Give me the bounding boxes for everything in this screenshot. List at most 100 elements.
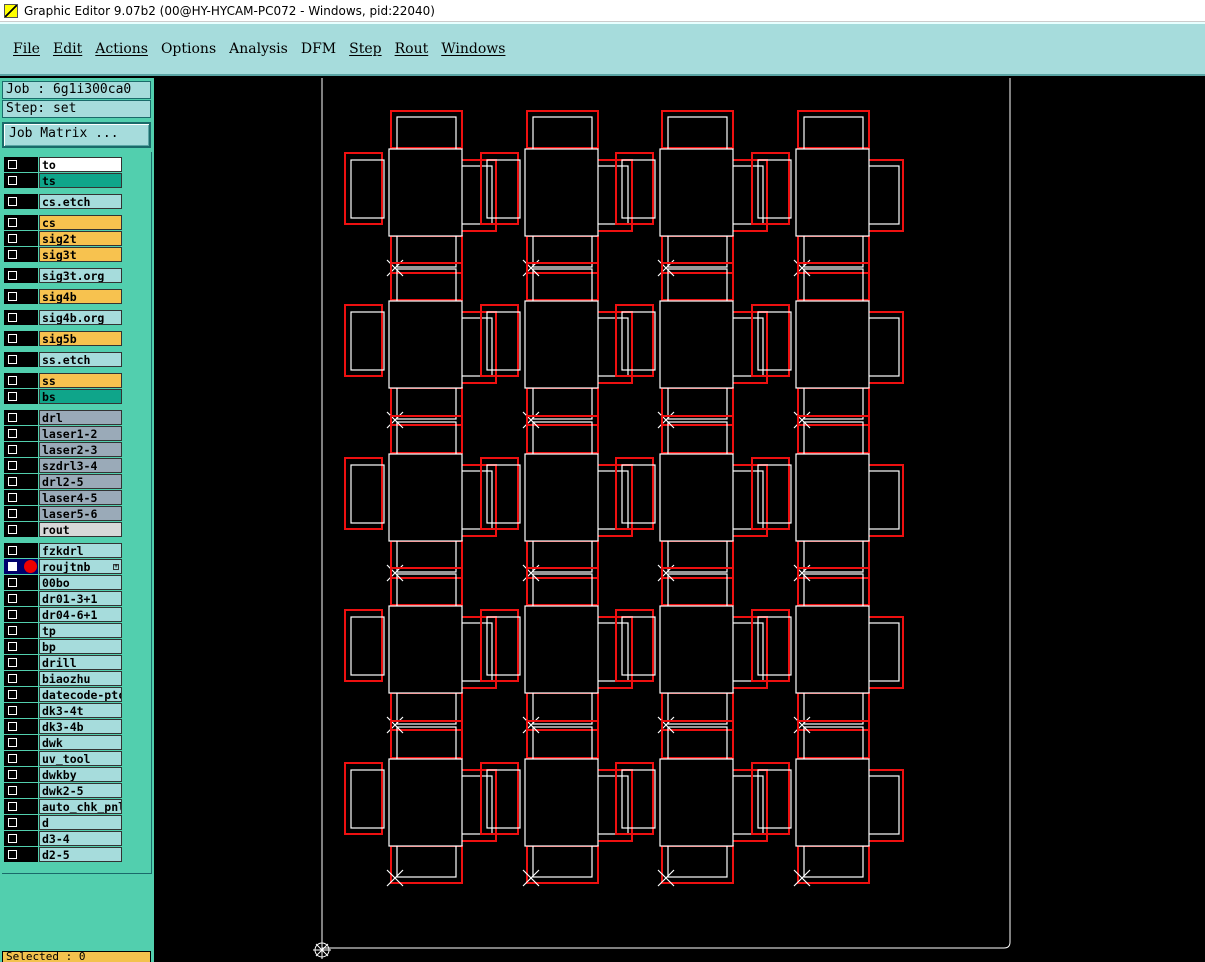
layer-name[interactable]: dwkby — [39, 767, 122, 782]
layer-row[interactable]: dr04-6+1 — [4, 607, 122, 622]
layer-checkbox-area[interactable] — [4, 783, 38, 798]
layer-checkbox-area[interactable] — [4, 352, 38, 367]
board-drawing[interactable] — [154, 78, 1205, 962]
layer-name[interactable]: sig4b — [39, 289, 122, 304]
layer-checkbox-area[interactable] — [4, 506, 38, 521]
layer-row[interactable]: tp — [4, 623, 122, 638]
layer-name[interactable]: laser1-2 — [39, 426, 122, 441]
layer-checkbox-area[interactable] — [4, 559, 38, 574]
layer-row[interactable]: sig4b — [4, 289, 122, 304]
layer-name[interactable]: drl — [39, 410, 122, 425]
layer-checkbox[interactable] — [8, 706, 17, 715]
layer-checkbox[interactable] — [8, 642, 17, 651]
layer-checkbox-area[interactable] — [4, 799, 38, 814]
layer-row[interactable]: laser5-6 — [4, 506, 122, 521]
layer-checkbox-area[interactable] — [4, 373, 38, 388]
layer-row[interactable]: d — [4, 815, 122, 830]
layer-name[interactable]: drill — [39, 655, 122, 670]
menu-windows[interactable]: Windows — [436, 41, 510, 57]
layer-name[interactable]: d — [39, 815, 122, 830]
layer-checkbox-area[interactable] — [4, 268, 38, 283]
layer-checkbox-area[interactable] — [4, 719, 38, 734]
layer-checkbox[interactable] — [8, 754, 17, 763]
menu-rout[interactable]: Rout — [390, 41, 434, 57]
layer-name[interactable]: laser5-6 — [39, 506, 122, 521]
layer-checkbox[interactable] — [8, 493, 17, 502]
layer-checkbox-area[interactable] — [4, 543, 38, 558]
layer-list[interactable]: to ts cs.etch cs sig2t sig3t sig3t.org sig4b sig… — [0, 78, 154, 938]
layer-checkbox-area[interactable] — [4, 474, 38, 489]
layer-checkbox[interactable] — [8, 234, 17, 243]
layer-checkbox-area[interactable] — [4, 735, 38, 750]
layer-checkbox-area[interactable] — [4, 389, 38, 404]
layer-checkbox[interactable] — [8, 461, 17, 470]
layer-row[interactable]: sig5b — [4, 331, 122, 346]
layer-name[interactable]: d3-4 — [39, 831, 122, 846]
layer-name[interactable]: sig4b.org — [39, 310, 122, 325]
layer-checkbox-area[interactable] — [4, 671, 38, 686]
layer-row[interactable]: drill — [4, 655, 122, 670]
layer-row[interactable]: fzkdrl — [4, 543, 122, 558]
layer-name[interactable]: sig3t — [39, 247, 122, 262]
layer-name[interactable]: biaozhu — [39, 671, 122, 686]
graphics-canvas[interactable] — [154, 78, 1205, 962]
layer-name[interactable]: dk3-4b — [39, 719, 122, 734]
layer-row[interactable]: laser4-5 — [4, 490, 122, 505]
layer-row[interactable]: drl2-5 — [4, 474, 122, 489]
layer-checkbox[interactable] — [8, 509, 17, 518]
layer-name[interactable]: 00bo — [39, 575, 122, 590]
layer-checkbox[interactable] — [8, 818, 17, 827]
layer-checkbox-area[interactable] — [4, 703, 38, 718]
layer-checkbox[interactable] — [8, 160, 17, 169]
layer-checkbox[interactable] — [8, 392, 17, 401]
menu-options[interactable]: Options — [156, 41, 221, 57]
layer-row[interactable]: cs.etch — [4, 194, 122, 209]
layer-checkbox-area[interactable] — [4, 490, 38, 505]
layer-checkbox[interactable] — [8, 376, 17, 385]
layer-name[interactable]: dwk — [39, 735, 122, 750]
layer-name[interactable]: laser2-3 — [39, 442, 122, 457]
layer-checkbox[interactable] — [8, 770, 17, 779]
layer-name[interactable]: rout — [39, 522, 122, 537]
layer-name[interactable]: uv_tool — [39, 751, 122, 766]
layer-checkbox-area[interactable] — [4, 194, 38, 209]
menu-file[interactable]: File — [8, 41, 45, 57]
layer-checkbox[interactable] — [8, 218, 17, 227]
layer-name[interactable]: fzkdrl — [39, 543, 122, 558]
layer-checkbox[interactable] — [8, 738, 17, 747]
layer-checkbox-area[interactable] — [4, 815, 38, 830]
layer-checkbox[interactable] — [8, 850, 17, 859]
layer-row[interactable]: ss — [4, 373, 122, 388]
layer-name[interactable]: bs — [39, 389, 122, 404]
layer-checkbox-area[interactable] — [4, 575, 38, 590]
layer-checkbox[interactable] — [8, 355, 17, 364]
layer-row[interactable]: dwk — [4, 735, 122, 750]
layer-row[interactable]: dk3-4t — [4, 703, 122, 718]
layer-checkbox-area[interactable] — [4, 289, 38, 304]
layer-row[interactable]: dwk2-5 — [4, 783, 122, 798]
layer-checkbox-area[interactable] — [4, 231, 38, 246]
layer-name[interactable]: cs — [39, 215, 122, 230]
layer-row[interactable]: d2-5 — [4, 847, 122, 862]
layer-name[interactable]: dwk2-5 — [39, 783, 122, 798]
layer-row[interactable]: dk3-4b — [4, 719, 122, 734]
layer-row[interactable]: d3-4 — [4, 831, 122, 846]
layer-checkbox[interactable] — [8, 313, 17, 322]
layer-row[interactable]: laser2-3 — [4, 442, 122, 457]
layer-name[interactable]: drl2-5 — [39, 474, 122, 489]
menu-dfm[interactable]: DFM — [296, 41, 341, 57]
layer-checkbox-area[interactable] — [4, 442, 38, 457]
layer-checkbox-area[interactable] — [4, 767, 38, 782]
layer-checkbox[interactable] — [8, 786, 17, 795]
layer-checkbox[interactable] — [8, 690, 17, 699]
layer-row[interactable]: laser1-2 — [4, 426, 122, 441]
layer-row[interactable]: szdrl3-4 — [4, 458, 122, 473]
layer-checkbox[interactable] — [8, 334, 17, 343]
layer-name[interactable]: to — [39, 157, 122, 172]
layer-row[interactable]: uv_tool — [4, 751, 122, 766]
menu-actions[interactable]: Actions — [90, 41, 153, 57]
layer-checkbox[interactable] — [8, 562, 17, 571]
layer-checkbox[interactable] — [8, 477, 17, 486]
layer-name[interactable]: sig5b — [39, 331, 122, 346]
layer-row[interactable]: rout — [4, 522, 122, 537]
